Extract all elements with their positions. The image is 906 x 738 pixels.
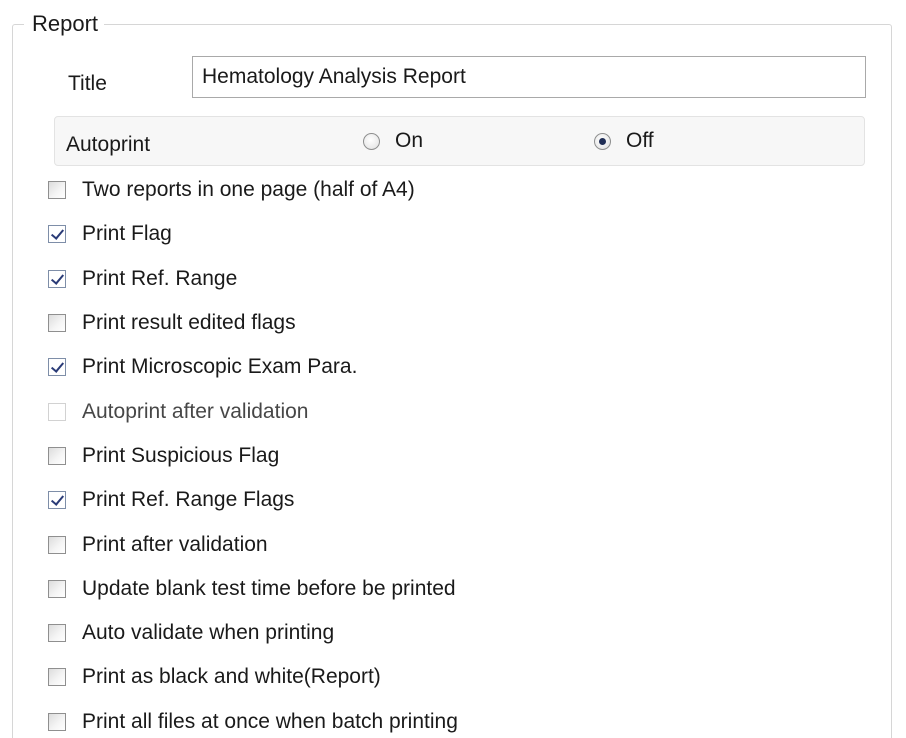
checkbox-icon xyxy=(48,358,66,377)
autoprint-off-radio[interactable]: Off xyxy=(594,127,654,155)
option-label: Update blank test time before be printed xyxy=(82,576,456,600)
option-print-black-and-white[interactable]: Print as black and white(Report) xyxy=(48,655,868,699)
option-label: Print Ref. Range Flags xyxy=(82,488,295,512)
checkbox-icon xyxy=(48,491,66,510)
checkbox-icon xyxy=(48,579,66,598)
option-print-suspicious-flag[interactable]: Print Suspicious Flag xyxy=(48,434,868,478)
option-print-ref-range[interactable]: Print Ref. Range xyxy=(48,257,868,301)
checkbox-icon xyxy=(48,535,66,554)
option-print-ref-range-flags[interactable]: Print Ref. Range Flags xyxy=(48,478,868,522)
title-input[interactable] xyxy=(192,56,866,98)
radio-off-circle-icon xyxy=(594,132,611,150)
option-print-result-edited-flags[interactable]: Print result edited flags xyxy=(48,301,868,345)
option-two-reports-one-page[interactable]: Two reports in one page (half of A4) xyxy=(48,168,868,212)
option-print-all-files-batch[interactable]: Print all files at once when batch print… xyxy=(48,700,868,738)
option-label: Print Ref. Range xyxy=(82,266,238,290)
checkbox-icon xyxy=(48,269,66,288)
option-label: Auto validate when printing xyxy=(82,621,335,645)
autoprint-on-radio[interactable]: On xyxy=(363,127,423,155)
option-label: Print result edited flags xyxy=(82,311,296,335)
autoprint-label: Autoprint xyxy=(66,133,151,156)
option-print-after-validation[interactable]: Print after validation xyxy=(48,522,868,566)
option-update-blank-test-time[interactable]: Update blank test time before be printed xyxy=(48,567,868,611)
checkbox-icon xyxy=(48,446,66,465)
option-label: Autoprint after validation xyxy=(82,399,309,423)
option-print-microscopic-exam-para[interactable]: Print Microscopic Exam Para. xyxy=(48,345,868,389)
autoprint-on-label: On xyxy=(395,129,424,152)
option-print-flag[interactable]: Print Flag xyxy=(48,212,868,256)
option-label: Print as black and white(Report) xyxy=(82,665,381,689)
checkbox-icon xyxy=(48,225,66,244)
checkbox-icon xyxy=(48,712,66,731)
option-label: Print after validation xyxy=(82,532,268,556)
option-auto-validate-when-printing[interactable]: Auto validate when printing xyxy=(48,611,868,655)
option-label: Print all files at once when batch print… xyxy=(82,709,458,733)
option-autoprint-after-validation: Autoprint after validation xyxy=(48,389,868,433)
autoprint-panel: Autoprint On Off xyxy=(54,116,865,166)
checkbox-icon xyxy=(48,402,66,421)
radio-on-circle-icon xyxy=(363,132,380,150)
checkbox-icon xyxy=(48,668,66,687)
option-label: Print Microscopic Exam Para. xyxy=(82,355,358,379)
autoprint-off-label: Off xyxy=(626,129,654,152)
option-label: Two reports in one page (half of A4) xyxy=(82,178,415,202)
report-group-title: Report xyxy=(24,10,105,38)
option-label: Print Flag xyxy=(82,222,172,246)
checkbox-icon xyxy=(48,314,66,333)
checkbox-icon xyxy=(48,181,66,200)
report-options-list: Two reports in one page (half of A4) Pri… xyxy=(48,168,868,738)
checkbox-icon xyxy=(48,624,66,643)
title-label: Title xyxy=(68,72,107,95)
option-label: Print Suspicious Flag xyxy=(82,443,280,467)
report-settings-panel: Report Title Autoprint On Off Two report… xyxy=(0,0,906,738)
